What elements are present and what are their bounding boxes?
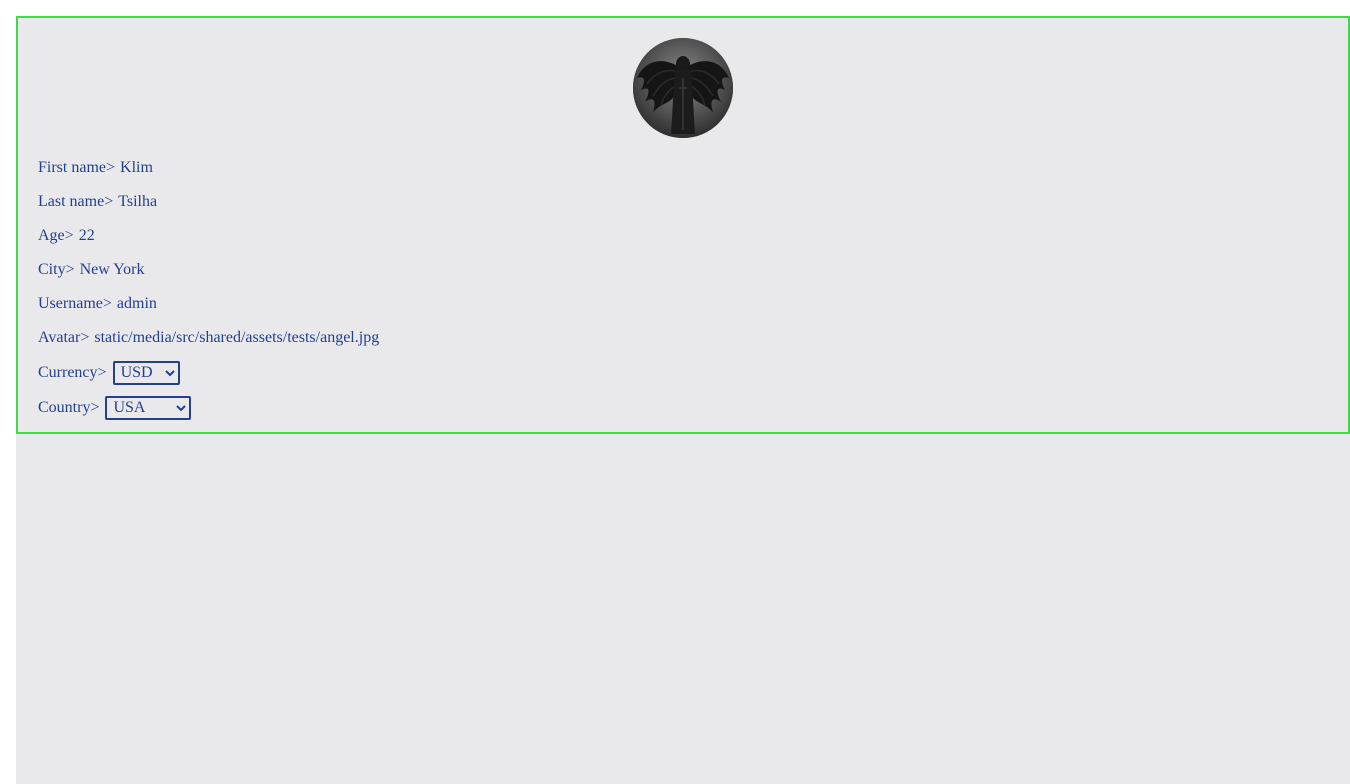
first-name-label: First name> xyxy=(38,159,116,176)
city-row: City> New York xyxy=(38,253,379,287)
currency-row: Currency> USD xyxy=(38,355,379,390)
last-name-row: Last name> Tsilha xyxy=(38,185,379,219)
last-name-label: Last name> xyxy=(38,193,114,210)
avatar-path-label: Avatar> xyxy=(38,329,90,346)
avatar xyxy=(633,38,733,138)
age-value: 22 xyxy=(78,227,95,244)
avatar-path-row: Avatar> static/media/src/shared/assets/t… xyxy=(38,321,379,355)
city-value: New York xyxy=(79,261,145,278)
age-label: Age> xyxy=(38,227,74,244)
avatar-path-value: static/media/src/shared/assets/tests/ang… xyxy=(94,329,380,346)
currency-select[interactable]: USD xyxy=(112,360,180,385)
first-name-value: Klim xyxy=(120,159,153,176)
city-label: City> xyxy=(38,261,75,278)
angel-avatar-image xyxy=(633,38,733,138)
currency-label: Currency> xyxy=(38,363,107,381)
country-row: Country> USA xyxy=(38,390,379,425)
first-name-row: First name> Klim xyxy=(38,151,379,185)
age-row: Age> 22 xyxy=(38,219,379,253)
profile-fields: First name> Klim Last name> Tsilha Age> … xyxy=(38,151,379,425)
last-name-value: Tsilha xyxy=(118,193,158,210)
page-background: First name> Klim Last name> Tsilha Age> … xyxy=(16,16,1350,784)
username-label: Username> xyxy=(38,295,112,312)
country-select[interactable]: USA xyxy=(105,395,192,420)
profile-card: First name> Klim Last name> Tsilha Age> … xyxy=(16,16,1350,434)
country-label: Country> xyxy=(38,398,100,416)
username-value: admin xyxy=(116,295,157,312)
username-row: Username> admin xyxy=(38,287,379,321)
